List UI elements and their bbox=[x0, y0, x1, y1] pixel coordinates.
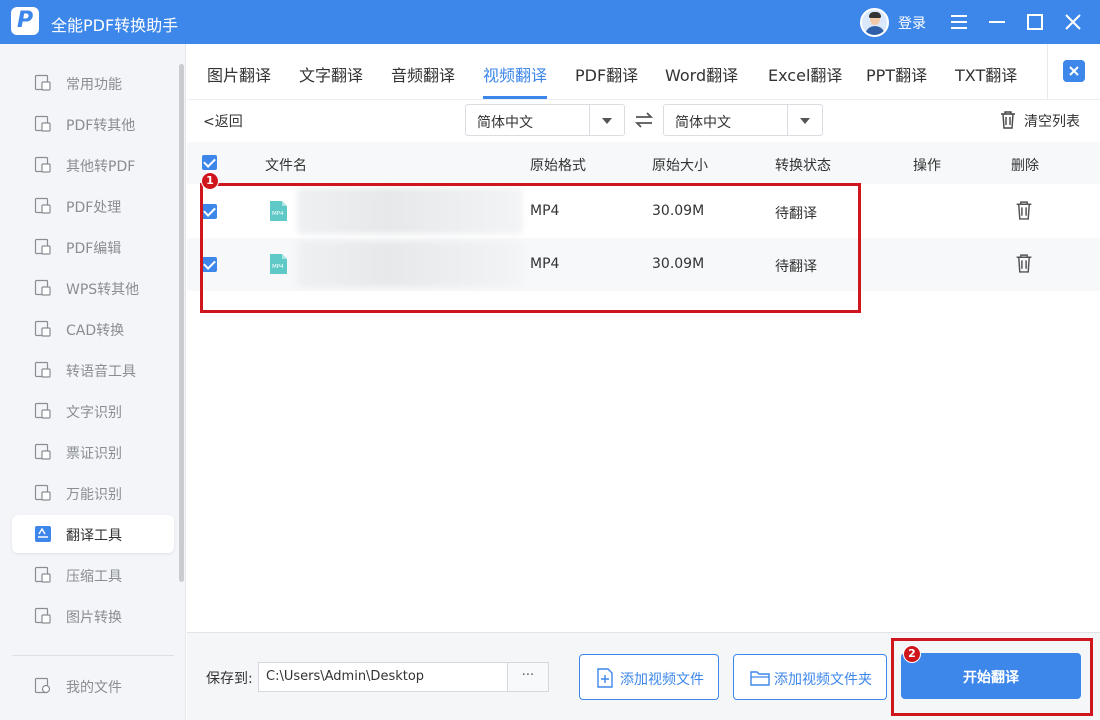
pdf-process-icon bbox=[34, 197, 51, 214]
sidebar-item-label: 其他转PDF bbox=[66, 159, 136, 175]
sidebar-item-6[interactable]: CAD转换 bbox=[12, 310, 174, 348]
header-size: 原始大小 bbox=[652, 158, 708, 174]
select-all-checkbox[interactable] bbox=[202, 155, 217, 170]
header-format: 原始格式 bbox=[530, 158, 586, 174]
annotation-box-start bbox=[891, 638, 1093, 716]
cad-icon bbox=[34, 320, 51, 337]
close-icon[interactable] bbox=[1061, 10, 1085, 34]
sidebar-item-label: 转语音工具 bbox=[66, 364, 136, 380]
sidebar-item-label: PDF处理 bbox=[66, 200, 122, 216]
annotation-badge-1: 1 bbox=[201, 172, 219, 190]
header-file-name: 文件名 bbox=[265, 158, 307, 174]
sidebar-item-12[interactable]: 压缩工具 bbox=[12, 556, 174, 594]
sidebar-item-11[interactable]: 翻译工具 bbox=[12, 515, 174, 553]
sidebar-item-2[interactable]: 其他转PDF bbox=[12, 146, 174, 184]
header-status: 转换状态 bbox=[775, 158, 831, 174]
sidebar-item-9[interactable]: 票证识别 bbox=[12, 433, 174, 471]
tts-icon bbox=[34, 361, 51, 378]
swap-languages-icon[interactable] bbox=[633, 109, 655, 131]
chevron-down-icon bbox=[800, 118, 810, 124]
trash-icon[interactable] bbox=[1015, 253, 1033, 273]
tab-2[interactable]: 音频翻译 bbox=[391, 62, 455, 86]
to-pdf-icon bbox=[34, 156, 51, 173]
my-files-icon bbox=[34, 677, 51, 694]
sidebar-item-label: PDF转其他 bbox=[66, 118, 136, 134]
star-grid-icon bbox=[34, 74, 51, 91]
title-bar: P 全能PDF转换助手 登录 bbox=[0, 0, 1100, 44]
target-language-select[interactable]: 简体中文 bbox=[663, 104, 823, 136]
active-tab-indicator bbox=[483, 96, 547, 99]
save-to-label: 保存到: bbox=[206, 671, 253, 687]
wps-icon bbox=[34, 279, 51, 296]
pdf-convert-icon bbox=[34, 115, 51, 132]
tab-7[interactable]: PPT翻译 bbox=[866, 62, 927, 86]
login-link[interactable]: 登录 bbox=[898, 13, 926, 33]
back-button[interactable]: <返回 bbox=[203, 111, 243, 131]
sidebar-item-10[interactable]: 万能识别 bbox=[12, 474, 174, 512]
sidebar-scrollbar[interactable] bbox=[179, 64, 184, 582]
menu-icon[interactable] bbox=[947, 10, 971, 34]
sidebar-item-3[interactable]: PDF处理 bbox=[12, 187, 174, 225]
sidebar-item-label: WPS转其他 bbox=[66, 282, 140, 298]
close-panel-icon[interactable] bbox=[1063, 60, 1085, 82]
add-video-file-button[interactable]: 添加视频文件 bbox=[579, 654, 719, 700]
sidebar-divider bbox=[12, 655, 174, 656]
maximize-icon[interactable] bbox=[1023, 10, 1047, 34]
image-icon bbox=[34, 607, 51, 624]
sidebar-item-label: 图片转换 bbox=[66, 610, 122, 626]
tab-8[interactable]: TXT翻译 bbox=[955, 62, 1017, 86]
sidebar-item-0[interactable]: 常用功能 bbox=[12, 64, 174, 102]
trash-icon[interactable] bbox=[1015, 200, 1033, 220]
translate-icon bbox=[35, 526, 51, 542]
tab-1[interactable]: 文字翻译 bbox=[299, 62, 363, 86]
folder-icon bbox=[750, 671, 770, 686]
sidebar-item-label: 压缩工具 bbox=[66, 569, 122, 585]
source-language-select[interactable]: 简体中文 bbox=[465, 104, 625, 136]
clear-list-button[interactable]: 清空列表 bbox=[998, 108, 1088, 132]
tab-4[interactable]: PDF翻译 bbox=[575, 62, 638, 86]
browse-button[interactable]: ··· bbox=[508, 662, 549, 692]
zip-icon bbox=[34, 566, 51, 583]
sidebar-item-13[interactable]: 图片转换 bbox=[12, 597, 174, 635]
ocr-icon bbox=[34, 402, 51, 419]
header-delete: 删除 bbox=[1011, 158, 1039, 174]
sidebar-item-label: 常用功能 bbox=[66, 77, 122, 93]
tab-6[interactable]: Excel翻译 bbox=[768, 62, 842, 86]
sidebar-item-7[interactable]: 转语音工具 bbox=[12, 351, 174, 389]
trash-icon bbox=[1001, 111, 1015, 129]
sidebar-item-my-files[interactable]: 我的文件 bbox=[12, 667, 174, 705]
minimize-icon[interactable] bbox=[985, 10, 1009, 34]
annotation-badge-2: 2 bbox=[903, 645, 921, 663]
eye-icon bbox=[34, 484, 51, 501]
sidebar-item-4[interactable]: PDF编辑 bbox=[12, 228, 174, 266]
tab-0[interactable]: 图片翻译 bbox=[207, 62, 271, 86]
ticket-icon bbox=[34, 443, 51, 460]
sidebar-item-label: 文字识别 bbox=[66, 405, 122, 421]
sidebar-item-label: 我的文件 bbox=[66, 680, 122, 696]
add-file-icon bbox=[597, 668, 613, 688]
sidebar-item-label: PDF编辑 bbox=[66, 241, 122, 257]
sidebar-item-5[interactable]: WPS转其他 bbox=[12, 269, 174, 307]
sidebar-item-label: 票证识别 bbox=[66, 446, 122, 462]
header-action: 操作 bbox=[913, 158, 941, 174]
sidebar-item-8[interactable]: 文字识别 bbox=[12, 392, 174, 430]
tab-5[interactable]: Word翻译 bbox=[665, 62, 738, 86]
sidebar-item-label: CAD转换 bbox=[66, 323, 125, 339]
pdf-edit-icon bbox=[34, 238, 51, 255]
add-video-folder-button[interactable]: 添加视频文件夹 bbox=[733, 654, 887, 700]
sidebar-item-label: 翻译工具 bbox=[66, 528, 122, 544]
chevron-down-icon bbox=[602, 118, 612, 124]
tab-3[interactable]: 视频翻译 bbox=[483, 62, 547, 86]
output-path-field[interactable]: C:\Users\Admin\Desktop bbox=[258, 662, 508, 692]
sidebar-item-1[interactable]: PDF转其他 bbox=[12, 105, 174, 143]
sidebar-item-label: 万能识别 bbox=[66, 487, 122, 503]
avatar[interactable] bbox=[860, 8, 889, 37]
app-title: 全能PDF转换助手 bbox=[51, 16, 179, 35]
annotation-box-file-list bbox=[200, 183, 861, 313]
app-logo: P bbox=[11, 7, 39, 35]
table-header: 文件名 原始格式 原始大小 转换状态 操作 删除 bbox=[187, 142, 1100, 184]
